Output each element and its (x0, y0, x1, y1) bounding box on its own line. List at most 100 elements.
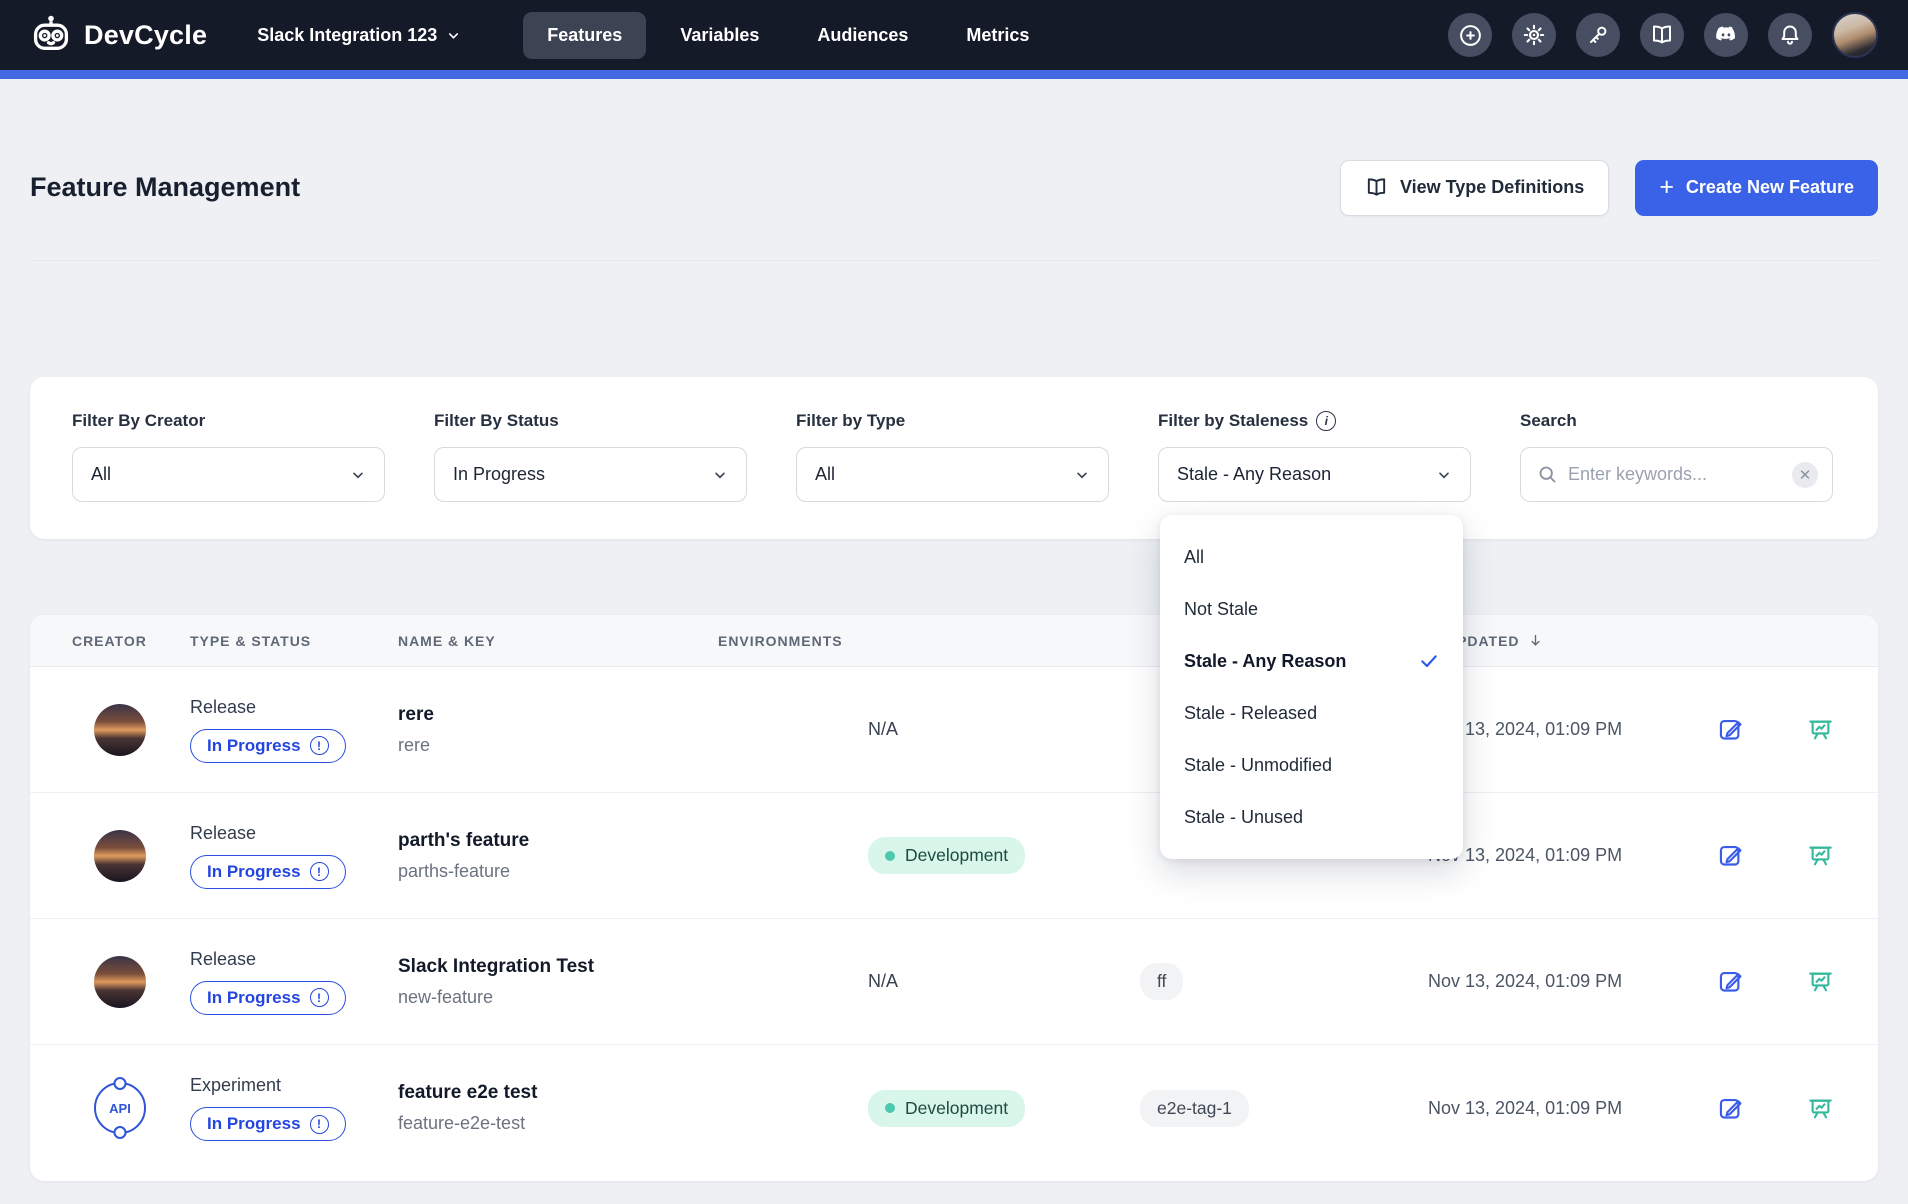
feature-key: feature-e2e-test (398, 1113, 718, 1134)
environment-badge: Development (868, 837, 1025, 874)
filter-creator-label: Filter By Creator (72, 411, 385, 431)
api-keys-button[interactable] (1576, 13, 1620, 57)
devcycle-logo[interactable]: DevCycle (30, 14, 207, 56)
page-title: Feature Management (30, 172, 300, 203)
notifications-button[interactable] (1768, 13, 1812, 57)
analytics-chart-icon[interactable] (1807, 968, 1834, 995)
creator-avatar (94, 956, 146, 1008)
chevron-down-icon (1074, 467, 1090, 483)
view-type-definitions-label: View Type Definitions (1400, 177, 1584, 198)
feature-name: feature e2e test (398, 1082, 718, 1104)
col-header-environments: ENVIRONMENTS (718, 633, 1130, 649)
add-circle-button[interactable] (1448, 13, 1492, 57)
feature-name: Slack Integration Test (398, 956, 718, 978)
col-header-name-key: NAME & KEY (398, 633, 718, 649)
filter-creator-select[interactable]: All (72, 447, 385, 502)
chevron-down-icon (712, 467, 728, 483)
analytics-chart-icon[interactable] (1807, 716, 1834, 743)
project-selector[interactable]: Slack Integration 123 (257, 25, 461, 46)
edit-feature-icon[interactable] (1717, 968, 1744, 995)
environment-badge: Development (868, 1090, 1025, 1127)
feature-name: parth's feature (398, 830, 718, 852)
tab-metrics[interactable]: Metrics (942, 12, 1053, 59)
table-row[interactable]: Release In Progress ! rere rere N/A Nov … (30, 667, 1878, 793)
filter-type-value: All (815, 464, 835, 485)
env-dot-icon (885, 851, 895, 861)
settings-button[interactable] (1512, 13, 1556, 57)
filter-bar: Filter By Creator All Filter By Status I… (30, 377, 1878, 539)
page-header: Feature Management View Type Definitions… (30, 79, 1878, 261)
info-icon[interactable]: i (1316, 411, 1336, 431)
chevron-down-icon (1436, 467, 1452, 483)
filter-creator: Filter By Creator All (72, 411, 385, 539)
book-icon (1365, 176, 1388, 199)
search-field: ✕ (1520, 447, 1833, 502)
status-badge: In Progress ! (190, 855, 346, 889)
status-badge: In Progress ! (190, 981, 346, 1015)
feature-name: rere (398, 704, 718, 726)
edit-feature-icon[interactable] (1717, 716, 1744, 743)
table-row[interactable]: Release In Progress ! parth's feature pa… (30, 793, 1878, 919)
checkmark-icon (1419, 651, 1439, 671)
tab-audiences[interactable]: Audiences (793, 12, 932, 59)
staleness-option-stale-any-reason[interactable]: Stale - Any Reason (1160, 635, 1463, 687)
environment-value: N/A (868, 719, 898, 739)
table-row[interactable]: Release In Progress ! Slack Integration … (30, 919, 1878, 1045)
alert-icon: ! (310, 988, 329, 1007)
discord-button[interactable] (1704, 13, 1748, 57)
accent-strip (0, 70, 1908, 79)
tab-features[interactable]: Features (523, 12, 646, 59)
analytics-chart-icon[interactable] (1807, 1095, 1834, 1122)
filter-staleness-select[interactable]: Stale - Any Reason (1158, 447, 1471, 502)
chevron-down-icon (446, 28, 461, 43)
alert-icon: ! (310, 862, 329, 881)
view-type-definitions-button[interactable]: View Type Definitions (1340, 160, 1609, 216)
search-input[interactable] (1568, 464, 1782, 485)
staleness-option-not-stale[interactable]: Not Stale (1160, 583, 1463, 635)
staleness-option-stale-unmodified[interactable]: Stale - Unmodified (1160, 739, 1463, 791)
staleness-option-all[interactable]: All (1160, 531, 1463, 583)
create-new-feature-label: Create New Feature (1686, 177, 1854, 198)
nav-utility-icons (1448, 12, 1878, 58)
filter-type-label: Filter by Type (796, 411, 1109, 431)
feature-key: rere (398, 735, 718, 756)
primary-tabs: Features Variables Audiences Metrics (523, 12, 1053, 59)
clear-search-icon[interactable]: ✕ (1792, 462, 1818, 488)
feature-type: Experiment (190, 1075, 398, 1096)
status-badge: In Progress ! (190, 729, 346, 763)
plus-circle-icon (1458, 23, 1483, 48)
discord-icon (1713, 22, 1739, 48)
analytics-chart-icon[interactable] (1807, 842, 1834, 869)
feature-type: Release (190, 697, 398, 718)
sort-desc-arrow-icon (1528, 633, 1543, 648)
header-actions: View Type Definitions + Create New Featu… (1340, 160, 1878, 216)
user-avatar[interactable] (1832, 12, 1878, 58)
filter-creator-value: All (91, 464, 111, 485)
filter-search: Search ✕ (1520, 411, 1833, 539)
create-new-feature-button[interactable]: + Create New Feature (1635, 160, 1878, 216)
col-header-creator: CREATOR (30, 633, 190, 649)
status-badge: In Progress ! (190, 1107, 346, 1141)
filter-staleness-label-text: Filter by Staleness (1158, 411, 1308, 431)
api-creator-icon: API (94, 1082, 146, 1134)
creator-avatar (94, 704, 146, 756)
staleness-option-stale-released[interactable]: Stale - Released (1160, 687, 1463, 739)
tag-badge: ff (1140, 963, 1183, 1000)
project-name: Slack Integration 123 (257, 25, 437, 46)
env-dot-icon (885, 1103, 895, 1113)
filter-status-value: In Progress (453, 464, 545, 485)
edit-feature-icon[interactable] (1717, 842, 1744, 869)
staleness-option-stale-unused[interactable]: Stale - Unused (1160, 791, 1463, 843)
table-header-row: CREATOR TYPE & STATUS NAME & KEY ENVIRON… (30, 615, 1878, 667)
filter-status-label: Filter By Status (434, 411, 747, 431)
brand-name: DevCycle (84, 20, 207, 51)
documentation-button[interactable] (1640, 13, 1684, 57)
tab-variables[interactable]: Variables (656, 12, 783, 59)
alert-icon: ! (310, 1115, 329, 1134)
book-icon (1650, 23, 1674, 47)
edit-feature-icon[interactable] (1717, 1095, 1744, 1122)
filter-status-select[interactable]: In Progress (434, 447, 747, 502)
table-row[interactable]: API Experiment In Progress ! feature e2e… (30, 1045, 1878, 1171)
filter-staleness-label: Filter by Staleness i (1158, 411, 1471, 431)
filter-type-select[interactable]: All (796, 447, 1109, 502)
